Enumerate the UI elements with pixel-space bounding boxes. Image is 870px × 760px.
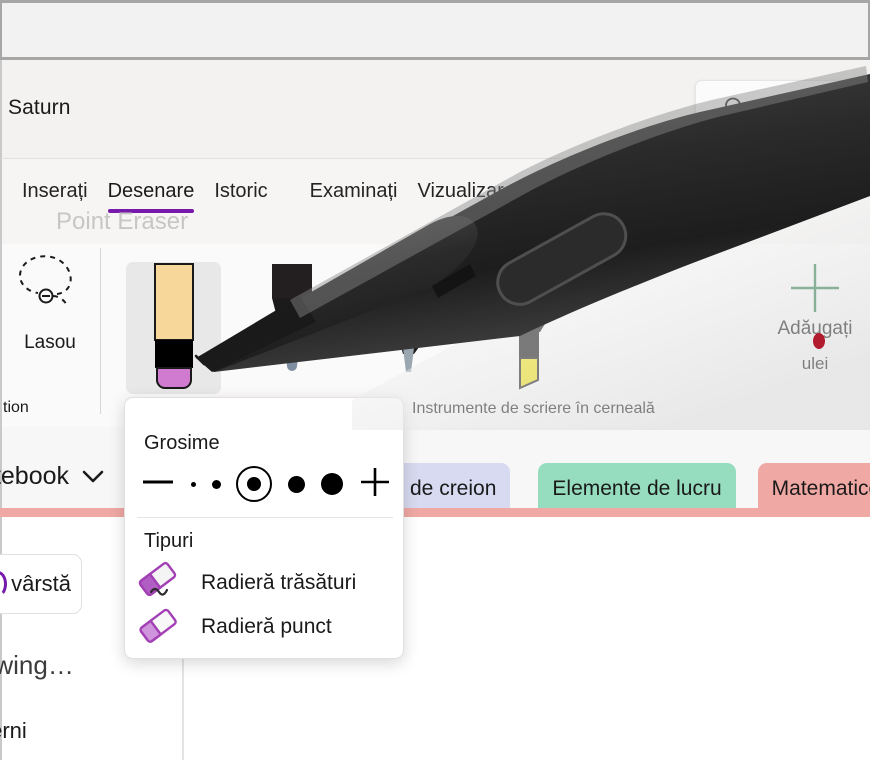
highlighter-icon[interactable]: [482, 262, 578, 390]
page-text-line-1: rd wing…: [0, 650, 74, 680]
group-divider: [100, 248, 101, 414]
stroke-eraser-icon: [137, 561, 183, 606]
eraser-options-flyout: Grosime Tipuri Radieră trăsături Radieră…: [124, 397, 404, 659]
point-eraser-ghost-label: Point Eraser: [56, 208, 189, 235]
ink-tools-group-label: Instrumente de scriere în cerneală: [412, 400, 655, 417]
add-pen-label-line1: Adăugați: [777, 318, 853, 339]
pen-icon[interactable]: [248, 262, 344, 390]
lasso-tool-button[interactable]: Lasou: [0, 250, 100, 354]
document-title: Saturn: [8, 96, 71, 119]
thickness-selector: [141, 458, 391, 510]
thickness-option-2[interactable]: [211, 479, 221, 489]
point-eraser-icon: [137, 605, 183, 650]
lasso-icon: [0, 250, 100, 330]
plus-icon: [760, 258, 870, 318]
search-input-placeholder[interactable]: Search: [766, 95, 839, 122]
types-heading: Tipuri: [144, 530, 194, 552]
page-chip-label: vârstă: [11, 571, 71, 596]
lasso-label: Lasou: [24, 332, 76, 353]
section-tab-strip: de creion Elemente de lucru Matematice ș…: [396, 457, 870, 515]
point-eraser-label: Radieră punct: [201, 615, 332, 638]
tab-istoric[interactable]: Istoric: [204, 180, 277, 203]
thickness-option-3-selected[interactable]: [236, 466, 273, 502]
stroke-eraser-label: Radieră trăsături: [201, 571, 357, 594]
window-title-bar: [0, 0, 870, 60]
tab-help[interactable]: Help: [525, 180, 586, 203]
tab-inserati[interactable]: Inserați: [12, 180, 98, 203]
chevron-down-icon[interactable]: [81, 462, 105, 491]
tab-desenare[interactable]: Desenare: [98, 180, 205, 213]
page-chip-button[interactable]: vârstă: [0, 554, 82, 614]
tab-examinati[interactable]: Examinați: [300, 180, 408, 203]
add-pen-button[interactable]: Adăugați ulei: [760, 258, 870, 374]
tab-vizualizare[interactable]: Vizualizare: [407, 180, 524, 203]
plus-icon[interactable]: [359, 466, 391, 503]
menu-item-point-eraser[interactable]: Radieră punct: [137, 606, 393, 648]
flyout-divider: [137, 517, 393, 518]
pen-strip: [126, 262, 866, 392]
selection-group-label: tion: [3, 399, 29, 416]
menu-item-stroke-eraser[interactable]: Radieră trăsături: [137, 561, 393, 606]
thickness-option-5[interactable]: [321, 473, 344, 495]
search-box[interactable]: Search: [695, 80, 870, 136]
history-icon: [0, 571, 7, 597]
thickness-option-1[interactable]: [190, 481, 196, 487]
notebook-dropdown[interactable]: Notebook: [0, 462, 105, 491]
thickness-option-4[interactable]: [288, 475, 306, 493]
add-pen-label-line2: ulei: [801, 354, 829, 373]
pencil-icon[interactable]: [364, 262, 460, 390]
thickness-heading: Grosime: [144, 432, 220, 454]
minus-icon[interactable]: [141, 472, 175, 497]
page-text-line-2: terni: [0, 718, 27, 743]
notebook-dropdown-label: Notebook: [0, 462, 70, 490]
search-icon: [722, 95, 748, 121]
eraser-tool-icon[interactable]: [126, 262, 222, 390]
